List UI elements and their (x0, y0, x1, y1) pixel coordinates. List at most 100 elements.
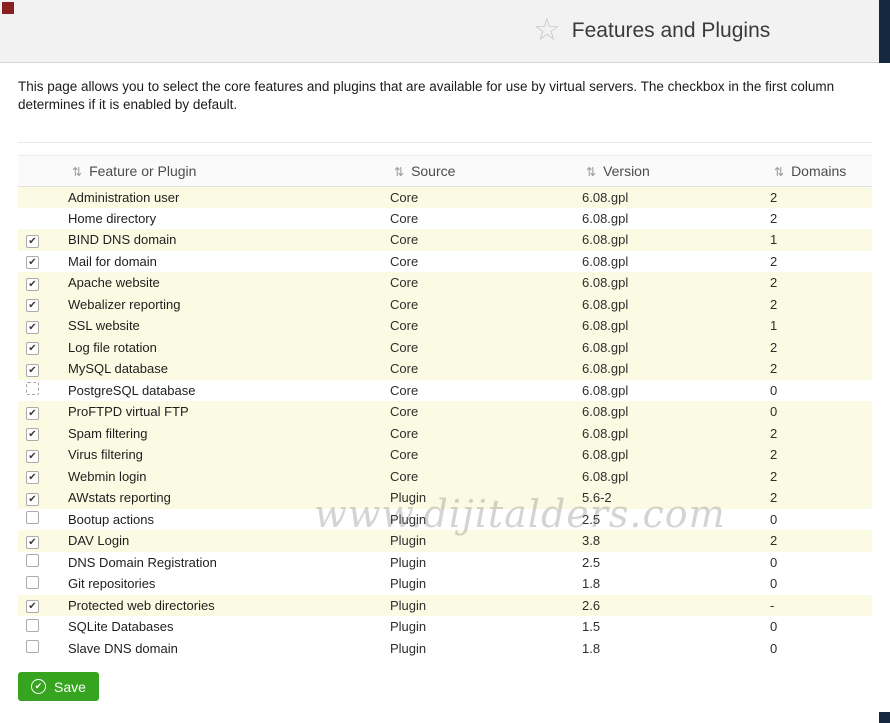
column-header-feature[interactable]: ⇅ Feature or Plugin (66, 155, 388, 186)
feature-source-cell: Plugin (388, 530, 580, 552)
features-and-plugins-page: ☆ Features and Plugins This page allows … (0, 0, 890, 723)
feature-name-cell: Virus filtering (66, 444, 388, 466)
feature-domains-cell: 2 (768, 294, 872, 316)
column-header-domains[interactable]: ⇅Domains (768, 155, 872, 186)
features-table-body: Administration userCore6.08.gpl2Home dir… (18, 186, 872, 659)
column-header-source[interactable]: ⇅ Source (388, 155, 580, 186)
feature-version-cell: 2.5 (580, 552, 768, 574)
title-group: ☆ Features and Plugins (533, 0, 770, 62)
feature-name-cell: Apache website (66, 272, 388, 294)
feature-checkbox[interactable]: ✔ (26, 256, 39, 269)
feature-domains-cell: 2 (768, 444, 872, 466)
sort-icon[interactable]: ⇅ (394, 165, 404, 179)
feature-checkbox[interactable]: ✔ (26, 471, 39, 484)
column-header-feature-label: Feature or Plugin (89, 163, 196, 179)
table-row: ✔Spam filteringCore6.08.gpl2 (18, 423, 872, 445)
feature-source-cell: Core (388, 466, 580, 488)
feature-domains-cell: 2 (768, 251, 872, 273)
feature-version-cell: 2.6 (580, 595, 768, 617)
feature-checkbox[interactable]: ✔ (26, 536, 39, 549)
intro-text: This page allows you to select the core … (18, 78, 876, 114)
feature-checkbox[interactable] (26, 576, 39, 589)
feature-checkbox[interactable] (26, 619, 39, 632)
feature-version-cell: 6.08.gpl (580, 294, 768, 316)
feature-domains-cell: 2 (768, 186, 872, 208)
star-icon[interactable]: ☆ (533, 14, 561, 45)
sort-icon[interactable]: ⇅ (72, 165, 82, 179)
checkbox-cell: ✔ (18, 315, 66, 337)
feature-domains-cell: - (768, 595, 872, 617)
feature-checkbox[interactable]: ✔ (26, 600, 39, 613)
feature-checkbox[interactable]: ✔ (26, 407, 39, 420)
check-circle-icon: ✔ (31, 679, 46, 694)
feature-checkbox[interactable]: ✔ (26, 278, 39, 291)
table-row: Slave DNS domainPlugin1.80 (18, 638, 872, 660)
page-header: ☆ Features and Plugins (0, 0, 879, 63)
feature-domains-cell: 2 (768, 358, 872, 380)
feature-checkbox[interactable]: ✔ (26, 493, 39, 506)
feature-name-cell: Mail for domain (66, 251, 388, 273)
feature-source-cell: Plugin (388, 509, 580, 531)
feature-checkbox[interactable]: ✔ (26, 321, 39, 334)
feature-checkbox[interactable]: ✔ (26, 235, 39, 248)
checkbox-cell (18, 616, 66, 638)
sort-icon[interactable]: ⇅ (586, 165, 596, 179)
corner-marker (2, 2, 14, 14)
checkbox-cell: ✔ (18, 401, 66, 423)
feature-domains-cell: 0 (768, 380, 872, 402)
feature-version-cell: 6.08.gpl (580, 358, 768, 380)
feature-version-cell: 6.08.gpl (580, 315, 768, 337)
feature-source-cell: Core (388, 272, 580, 294)
feature-checkbox[interactable]: ✔ (26, 450, 39, 463)
column-header-version[interactable]: ⇅Version (580, 155, 768, 186)
feature-checkbox[interactable]: ✔ (26, 428, 39, 441)
feature-source-cell: Core (388, 380, 580, 402)
feature-source-cell: Core (388, 208, 580, 230)
table-row: ✔Log file rotationCore6.08.gpl2 (18, 337, 872, 359)
feature-source-cell: Core (388, 423, 580, 445)
feature-domains-cell: 2 (768, 487, 872, 509)
table-row: ✔ProFTPD virtual FTPCore6.08.gpl0 (18, 401, 872, 423)
feature-domains-cell: 2 (768, 272, 872, 294)
feature-checkbox[interactable] (26, 511, 39, 524)
table-row: Git repositoriesPlugin1.80 (18, 573, 872, 595)
feature-version-cell: 6.08.gpl (580, 229, 768, 251)
checkbox-cell: ✔ (18, 595, 66, 617)
feature-name-cell: Slave DNS domain (66, 638, 388, 660)
feature-domains-cell: 0 (768, 573, 872, 595)
table-row: ✔Mail for domainCore6.08.gpl2 (18, 251, 872, 273)
table-row: ✔SSL websiteCore6.08.gpl1 (18, 315, 872, 337)
sort-icon[interactable]: ⇅ (774, 165, 784, 179)
feature-name-cell: Home directory (66, 208, 388, 230)
feature-checkbox[interactable] (26, 554, 39, 567)
feature-version-cell: 6.08.gpl (580, 208, 768, 230)
feature-source-cell: Core (388, 294, 580, 316)
feature-domains-cell: 1 (768, 315, 872, 337)
feature-checkbox[interactable]: ✔ (26, 299, 39, 312)
checkbox-cell: ✔ (18, 423, 66, 445)
feature-source-cell: Core (388, 186, 580, 208)
column-header-source-label: Source (411, 163, 455, 179)
table-row: PostgreSQL databaseCore6.08.gpl0 (18, 380, 872, 402)
feature-name-cell: BIND DNS domain (66, 229, 388, 251)
checkbox-cell: ✔ (18, 487, 66, 509)
feature-source-cell: Core (388, 337, 580, 359)
feature-source-cell: Plugin (388, 487, 580, 509)
feature-domains-cell: 2 (768, 208, 872, 230)
checkbox-cell: ✔ (18, 337, 66, 359)
right-edge-panel-top (879, 0, 890, 63)
feature-checkbox[interactable] (26, 640, 39, 653)
feature-source-cell: Core (388, 401, 580, 423)
feature-domains-cell: 0 (768, 638, 872, 660)
table-row: DNS Domain RegistrationPlugin2.50 (18, 552, 872, 574)
checkbox-cell (18, 186, 66, 208)
checkbox-cell: ✔ (18, 294, 66, 316)
feature-source-cell: Plugin (388, 616, 580, 638)
feature-source-cell: Plugin (388, 638, 580, 660)
feature-checkbox[interactable]: ✔ (26, 364, 39, 377)
feature-checkbox[interactable]: ✔ (26, 342, 39, 355)
feature-name-cell: AWstats reporting (66, 487, 388, 509)
feature-name-cell: Git repositories (66, 573, 388, 595)
feature-checkbox[interactable] (26, 382, 39, 395)
save-button[interactable]: ✔ Save (18, 672, 99, 701)
